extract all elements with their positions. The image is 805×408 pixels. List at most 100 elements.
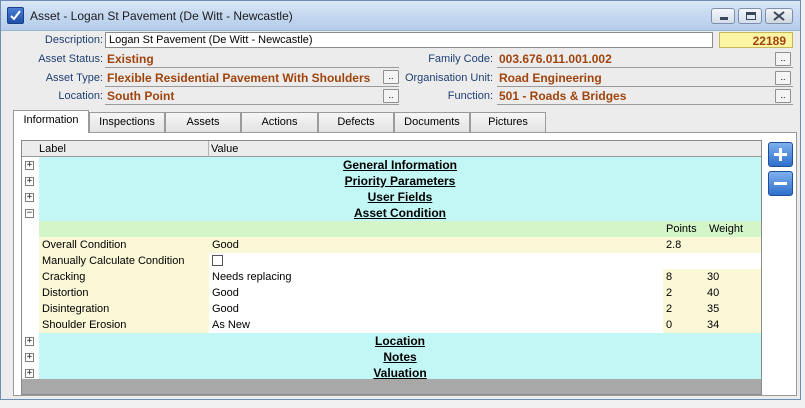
divider — [105, 67, 399, 68]
asset-type-label: Asset Type: — [45, 72, 103, 84]
row-value[interactable]: Good — [209, 285, 663, 301]
title-bar[interactable]: Asset - Logan St Pavement (De Witt - New… — [1, 1, 800, 31]
row-label: Shoulder Erosion — [39, 317, 209, 333]
expand-all-button[interactable] — [768, 142, 793, 167]
organisation-unit-value: Road Engineering — [499, 71, 602, 85]
location-label: Location: — [58, 90, 103, 102]
location-lookup-button[interactable]: .. — [383, 89, 399, 103]
section-row[interactable]: + User Fields — [22, 189, 761, 205]
description-field[interactable]: Logan St Pavement (De Witt - Newcastle) — [105, 32, 713, 48]
section-asset-condition[interactable]: Asset Condition — [39, 205, 761, 221]
asset-status-value: Existing — [107, 52, 154, 66]
information-panel: Label Value + General Information + Prio… — [13, 132, 797, 396]
table-row[interactable]: Distortion Good 2 40 — [22, 285, 761, 301]
manual-condition-checkbox[interactable] — [212, 254, 223, 266]
weight-header: Weight — [709, 223, 744, 235]
location-value: South Point — [107, 89, 175, 103]
row-label: Distortion — [39, 285, 209, 301]
condition-subheader: Points Weight — [22, 221, 761, 237]
row-value[interactable]: Needs replacing — [209, 269, 663, 285]
maximize-icon — [746, 12, 756, 20]
maximize-button[interactable] — [738, 8, 762, 24]
section-user-fields[interactable]: User Fields — [39, 189, 761, 205]
asset-status-label: Asset Status: — [38, 53, 103, 65]
tab-documents[interactable]: Documents — [394, 112, 470, 132]
close-button[interactable] — [765, 8, 793, 24]
divider — [497, 86, 793, 87]
divider — [497, 67, 793, 68]
row-weight — [704, 237, 761, 253]
property-grid: Label Value + General Information + Prio… — [21, 140, 762, 395]
organisation-unit-lookup-button[interactable]: .. — [775, 71, 791, 85]
section-row[interactable]: + Priority Parameters — [22, 173, 761, 189]
row-points: 2.8 — [663, 237, 704, 253]
row-weight: 35 — [704, 301, 761, 317]
tab-assets[interactable]: Assets — [165, 112, 241, 132]
organisation-unit-label: Organisation Unit: — [404, 72, 493, 84]
column-value-header[interactable]: Value — [211, 143, 238, 155]
row-points: 2 — [663, 301, 704, 317]
divider — [497, 104, 793, 105]
row-weight: 30 — [704, 269, 761, 285]
table-row[interactable]: Disintegration Good 2 35 — [22, 301, 761, 317]
condition-subheader-bar: Points Weight — [39, 221, 761, 237]
collapse-icon[interactable]: − — [25, 209, 34, 218]
table-row[interactable]: Overall Condition Good 2.8 — [22, 237, 761, 253]
description-label: Description: — [44, 34, 103, 46]
divider — [105, 86, 399, 87]
minimize-icon — [720, 17, 728, 20]
row-value[interactable]: As New — [209, 317, 663, 333]
tab-defects[interactable]: Defects — [318, 112, 394, 132]
expand-icon[interactable]: + — [25, 369, 34, 378]
expand-icon[interactable]: + — [25, 193, 34, 202]
section-row[interactable]: + Notes — [22, 349, 761, 365]
grid-header: Label Value — [22, 141, 761, 157]
grid-footer — [22, 379, 761, 394]
row-points: 8 — [663, 269, 704, 285]
window-title: Asset - Logan St Pavement (De Witt - New… — [30, 9, 293, 23]
tab-information[interactable]: Information — [13, 110, 89, 133]
column-label-header[interactable]: Label — [39, 143, 66, 155]
row-label: Manually Calculate Condition — [39, 253, 209, 269]
section-row[interactable]: + General Information — [22, 157, 761, 173]
table-row[interactable]: Cracking Needs replacing 8 30 — [22, 269, 761, 285]
row-points: 2 — [663, 285, 704, 301]
section-row[interactable]: + Location — [22, 333, 761, 349]
expand-icon[interactable]: + — [25, 337, 34, 346]
expand-icon[interactable]: + — [25, 161, 34, 170]
section-general-information[interactable]: General Information — [39, 157, 761, 173]
row-value[interactable] — [209, 253, 761, 269]
row-label: Cracking — [39, 269, 209, 285]
function-lookup-button[interactable]: .. — [775, 89, 791, 103]
column-separator — [208, 141, 209, 157]
row-weight: 40 — [704, 285, 761, 301]
tab-inspections[interactable]: Inspections — [89, 112, 165, 132]
section-location[interactable]: Location — [39, 333, 761, 349]
asset-number: 22189 — [719, 32, 793, 48]
table-row[interactable]: Manually Calculate Condition — [22, 253, 761, 269]
close-icon — [773, 11, 785, 21]
family-code-label: Family Code: — [428, 53, 493, 65]
points-header: Points — [666, 223, 697, 235]
asset-window: Asset - Logan St Pavement (De Witt - New… — [0, 0, 801, 400]
row-label: Overall Condition — [39, 237, 209, 253]
asset-type-lookup-button[interactable]: .. — [383, 70, 399, 84]
section-priority-parameters[interactable]: Priority Parameters — [39, 173, 761, 189]
divider — [105, 104, 399, 105]
family-code-lookup-button[interactable]: .. — [775, 52, 791, 66]
tab-actions[interactable]: Actions — [241, 112, 318, 132]
collapse-all-button[interactable] — [768, 171, 793, 196]
section-notes[interactable]: Notes — [39, 349, 761, 365]
table-row[interactable]: Shoulder Erosion As New 0 34 — [22, 317, 761, 333]
row-value[interactable]: Good — [209, 301, 663, 317]
row-points: 0 — [663, 317, 704, 333]
expand-icon[interactable]: + — [25, 177, 34, 186]
tab-pictures[interactable]: Pictures — [470, 112, 546, 132]
expand-icon[interactable]: + — [25, 353, 34, 362]
row-value[interactable]: Good — [209, 237, 663, 253]
function-label: Function: — [447, 90, 493, 102]
minimize-button[interactable] — [711, 8, 735, 24]
section-row[interactable]: − Asset Condition — [22, 205, 761, 221]
family-code-value: 003.676.011.001.002 — [499, 52, 612, 66]
asset-type-value: Flexible Residential Pavement With Shoul… — [107, 71, 371, 85]
